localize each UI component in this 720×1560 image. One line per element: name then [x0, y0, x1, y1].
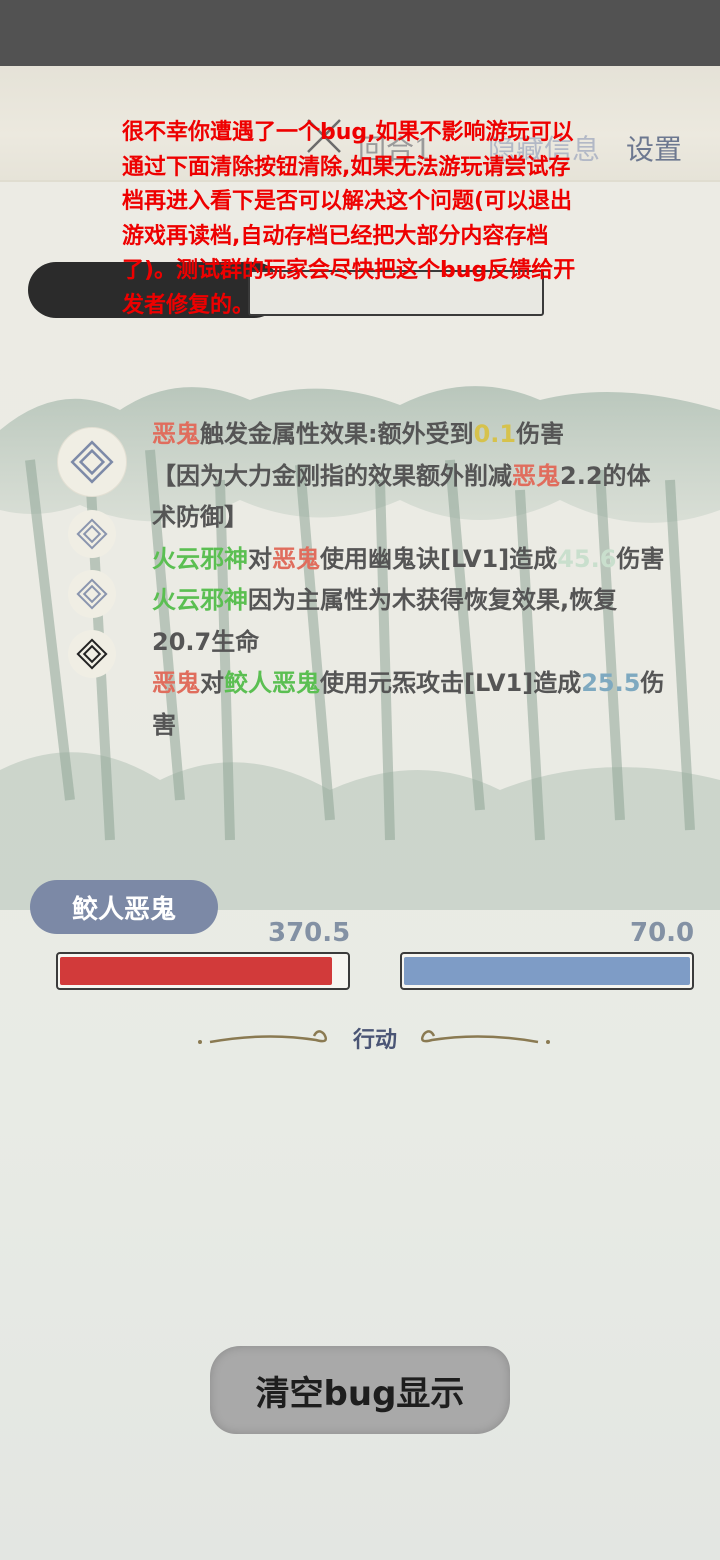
battle-log: 恶鬼触发金属性效果:额外受到0.1伤害 【因为大力金刚指的效果额外削减恶鬼2.2…	[152, 414, 672, 746]
settings-button[interactable]: 设置	[626, 128, 682, 168]
hp-bar-fill	[60, 957, 332, 985]
actor-name: 恶鬼	[152, 420, 200, 448]
log-line: 恶鬼对鲛人恶鬼使用元炁攻击[LV1]造成25.5伤害	[152, 663, 672, 746]
damage-value: 25.5	[581, 669, 641, 697]
mp-bar-fill	[404, 957, 690, 985]
log-text: 【因为大力金刚指的效果额外削减	[152, 461, 512, 490]
actor-name: 恶鬼	[152, 669, 200, 697]
skill-slot-1[interactable]	[58, 428, 126, 496]
damage-value: 0.1	[473, 420, 517, 448]
enemy-name-badge[interactable]: 鲛人恶鬼	[30, 880, 218, 934]
diamond-icon	[76, 518, 108, 550]
log-text: 对	[200, 669, 224, 697]
log-line: 火云邪神对恶鬼使用幽鬼诀[LV1]造成45.6伤害	[152, 539, 672, 581]
target-name: 恶鬼	[512, 461, 560, 490]
target-name: 恶鬼	[272, 544, 320, 573]
diamond-icon	[76, 578, 108, 610]
mp-value: 70.0	[630, 918, 695, 948]
clear-bug-button[interactable]: 清空bug显示	[210, 1346, 510, 1434]
skill-slot-3[interactable]	[68, 570, 116, 618]
diamond-icon	[70, 440, 114, 484]
hp-value: 370.5	[268, 918, 351, 948]
log-text: 使用元炁攻击[LV1]造成	[320, 669, 582, 697]
action-label: 行动	[352, 1027, 397, 1053]
log-text: 使用幽鬼诀[LV1]造成	[320, 544, 558, 573]
log-text: 对	[248, 544, 272, 573]
log-suffix: 伤害	[616, 544, 665, 573]
log-line: 火云邪神因为主属性为木获得恢复效果,恢复20.7生命	[152, 580, 672, 663]
log-line: 恶鬼触发金属性效果:额外受到0.1伤害	[152, 414, 672, 456]
skill-slot-4[interactable]	[68, 630, 116, 678]
skill-slot-2[interactable]	[68, 510, 116, 558]
log-suffix: 伤害	[516, 420, 565, 448]
actor-name: 火云邪神	[152, 544, 248, 573]
damage-value: 45.6	[557, 544, 617, 573]
status-bar	[0, 0, 720, 66]
bug-notice-text: 很不幸你遭遇了一个bug,如果不影响游玩可以通过下面清除按钮清除,如果无法游玩请…	[122, 120, 576, 318]
diamond-icon	[76, 638, 108, 670]
log-text: 触发金属性效果:额外受到	[200, 420, 474, 448]
mp-bar	[400, 952, 694, 990]
hp-bar	[56, 952, 350, 990]
log-line: 【因为大力金刚指的效果额外削减恶鬼2.2的体术防御】	[152, 456, 672, 539]
actor-name: 火云邪神	[152, 586, 248, 614]
target-name: 鲛人恶鬼	[224, 669, 320, 697]
